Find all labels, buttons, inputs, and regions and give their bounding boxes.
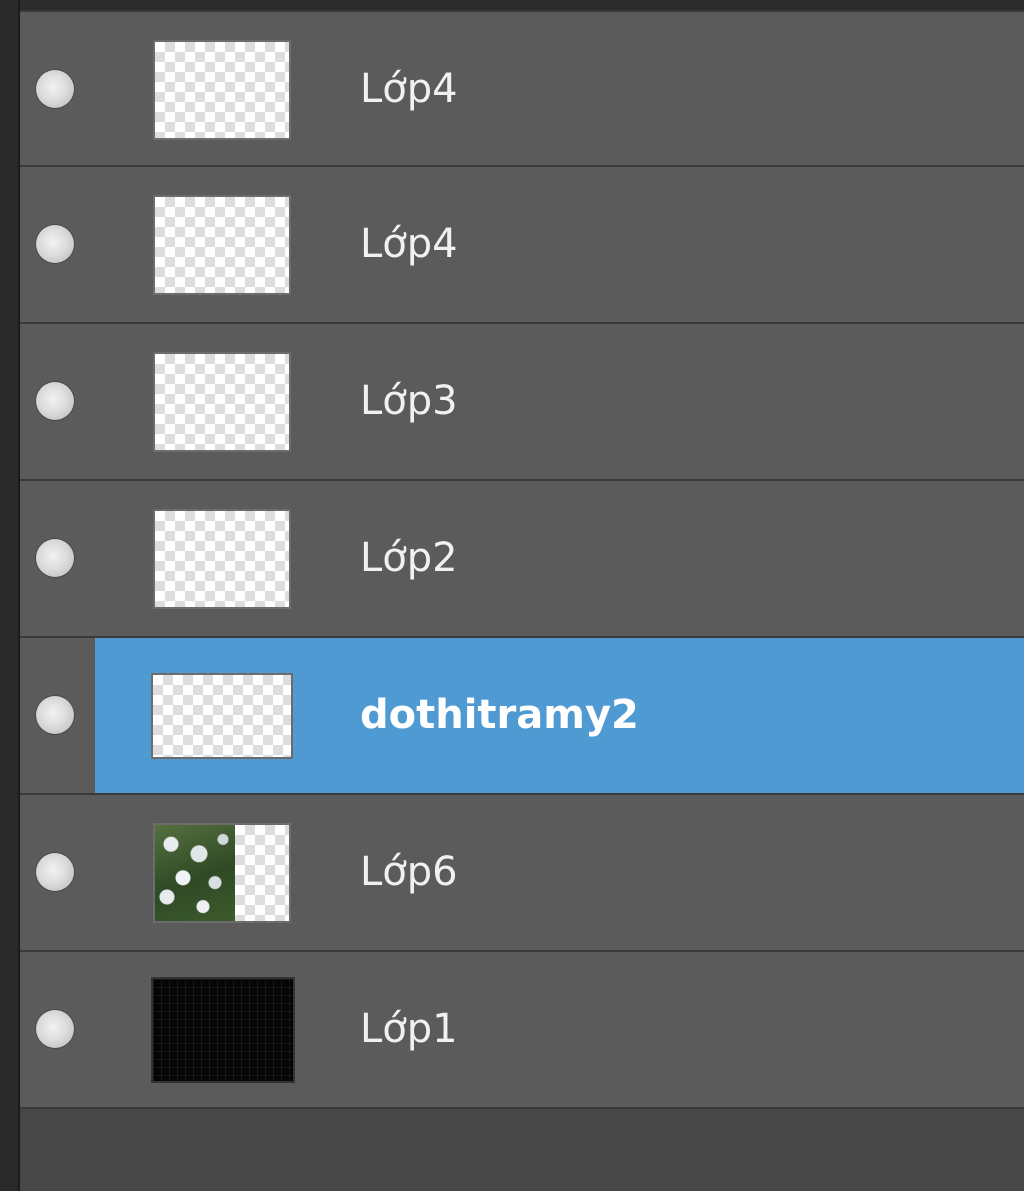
visibility-toggle-icon[interactable]	[36, 1010, 74, 1048]
layer-row[interactable]: Lớp4	[20, 10, 1024, 167]
layer-row-selected[interactable]: dothitramy2	[20, 638, 1024, 795]
layer-thumbnail	[153, 352, 291, 452]
flowers-photo-image	[155, 825, 236, 921]
visibility-toggle-icon[interactable]	[36, 382, 74, 420]
layer-row[interactable]: Lớp3	[20, 324, 1024, 481]
app-frame: Lớp4 Lớp4 Lớp3 Lớp2 dothitramy2 Lớp6 Lớp…	[0, 0, 1024, 1191]
layer-thumbnail-black	[151, 977, 295, 1083]
layers-panel: Lớp4 Lớp4 Lớp3 Lớp2 dothitramy2 Lớp6 Lớp…	[20, 10, 1024, 1191]
layer-thumbnail-photo	[153, 823, 291, 923]
layer-name: Lớp2	[360, 535, 458, 581]
visibility-toggle-icon[interactable]	[36, 70, 74, 108]
layer-thumbnail	[153, 40, 291, 140]
layer-thumbnail	[153, 195, 291, 295]
layer-name: Lớp1	[360, 1006, 458, 1052]
visibility-toggle-icon[interactable]	[36, 853, 74, 891]
layer-name: Lớp3	[360, 378, 458, 424]
visibility-toggle-icon[interactable]	[36, 225, 74, 263]
layer-thumbnail	[151, 673, 293, 759]
layer-thumbnail	[153, 509, 291, 609]
panel-edge	[0, 0, 20, 1191]
layer-row[interactable]: Lớp4	[20, 167, 1024, 324]
layer-name: dothitramy2	[360, 692, 639, 738]
layer-name: Lớp6	[360, 849, 458, 895]
layer-name: Lớp4	[360, 221, 458, 267]
visibility-toggle-icon[interactable]	[36, 539, 74, 577]
layer-name: Lớp4	[360, 66, 458, 112]
visibility-toggle-icon[interactable]	[36, 696, 74, 734]
layer-row[interactable]: Lớp2	[20, 481, 1024, 638]
layer-row[interactable]: Lớp1	[20, 952, 1024, 1109]
layer-row[interactable]: Lớp6	[20, 795, 1024, 952]
